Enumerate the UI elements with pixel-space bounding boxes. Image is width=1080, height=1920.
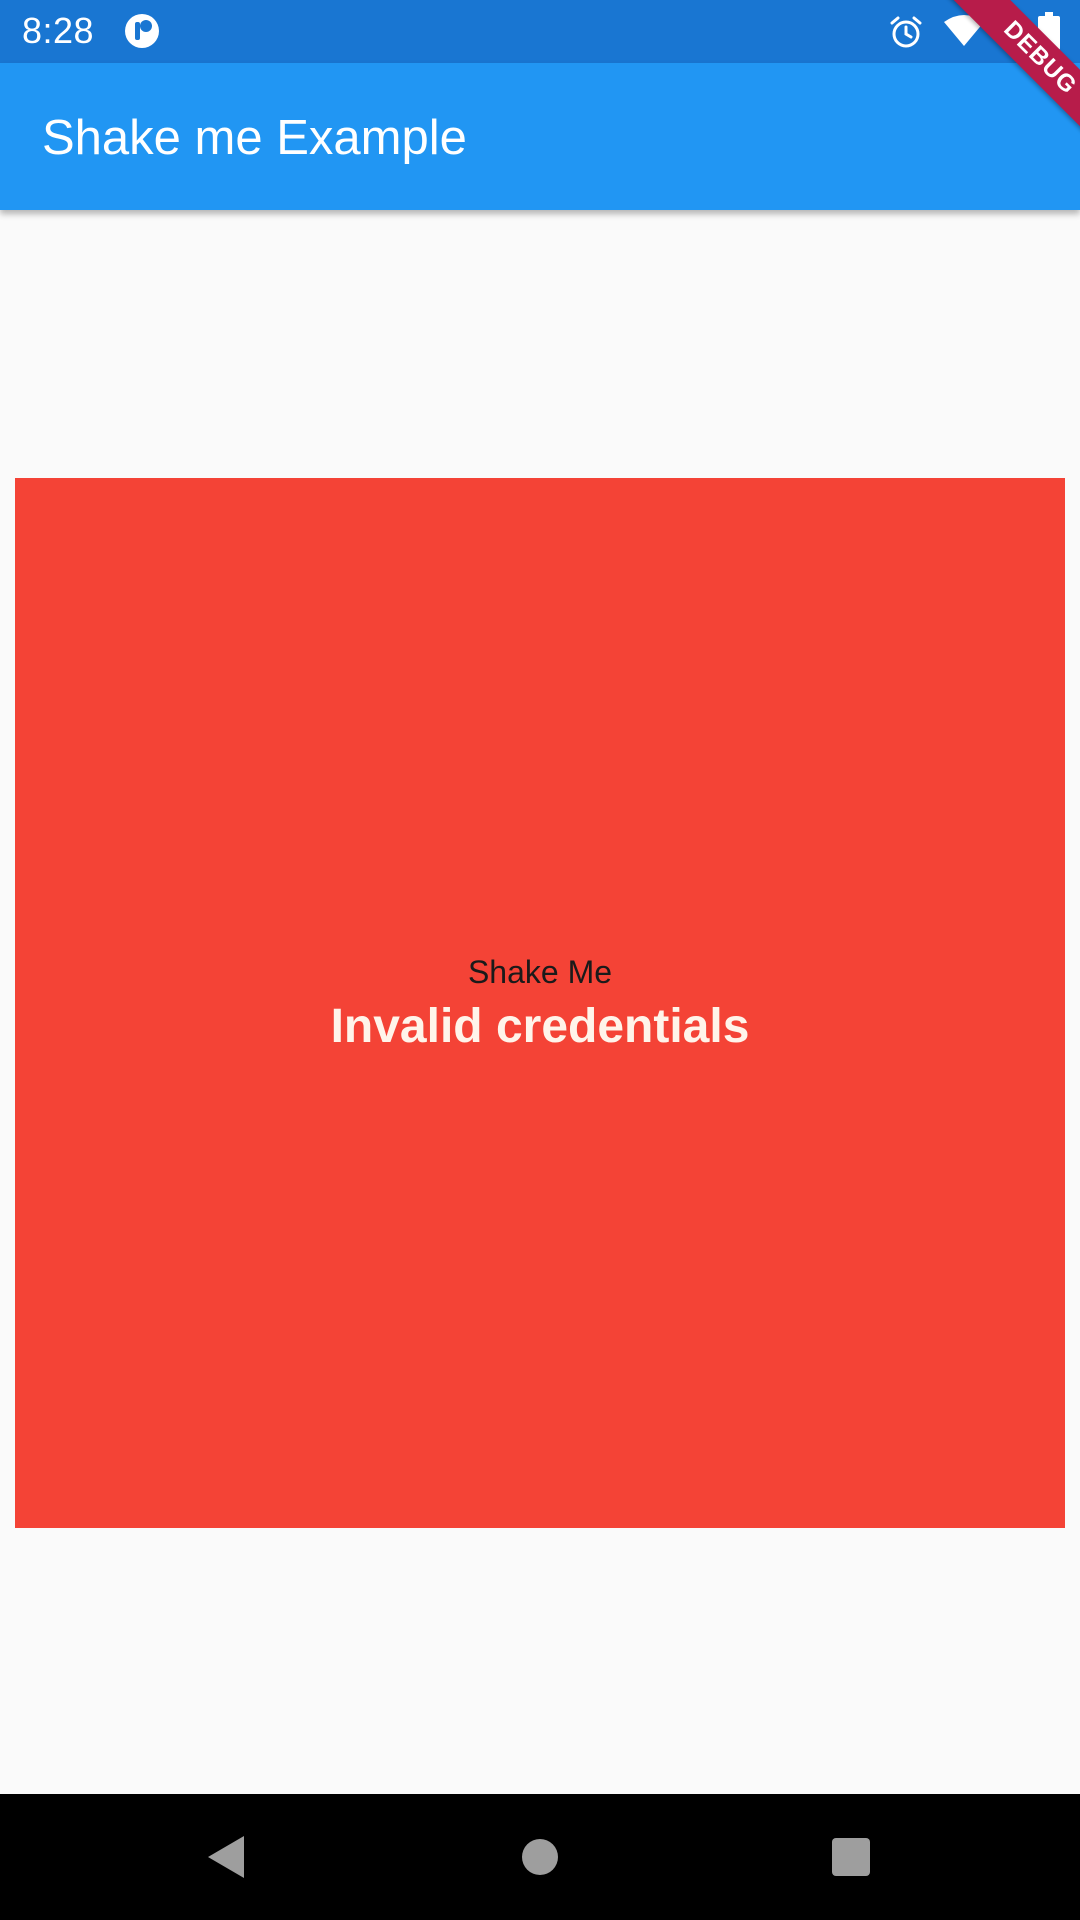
shake-me-label: Shake Me	[467, 954, 613, 990]
battery-icon	[1038, 12, 1060, 50]
page-title: Shake me Example	[42, 111, 467, 165]
main-content: Shake Me Invalid credentials	[0, 210, 1080, 1794]
status-time: 8:28	[22, 10, 95, 51]
error-message: Invalid credentials	[330, 1000, 750, 1053]
status-bar: 8:28	[0, 0, 1080, 63]
shake-box[interactable]: Shake Me Invalid credentials	[15, 478, 1065, 1528]
home-icon[interactable]	[520, 1837, 560, 1877]
alarm-icon	[890, 16, 922, 48]
app-bar: Shake me Example	[0, 63, 1080, 210]
notification-icon	[125, 14, 159, 48]
shake-text-group: Shake Me Invalid credentials	[15, 478, 1065, 1528]
navigation-bar	[0, 1794, 1080, 1920]
wifi-icon	[944, 15, 984, 46]
back-icon[interactable]	[206, 1834, 246, 1880]
recents-icon[interactable]	[831, 1837, 871, 1877]
